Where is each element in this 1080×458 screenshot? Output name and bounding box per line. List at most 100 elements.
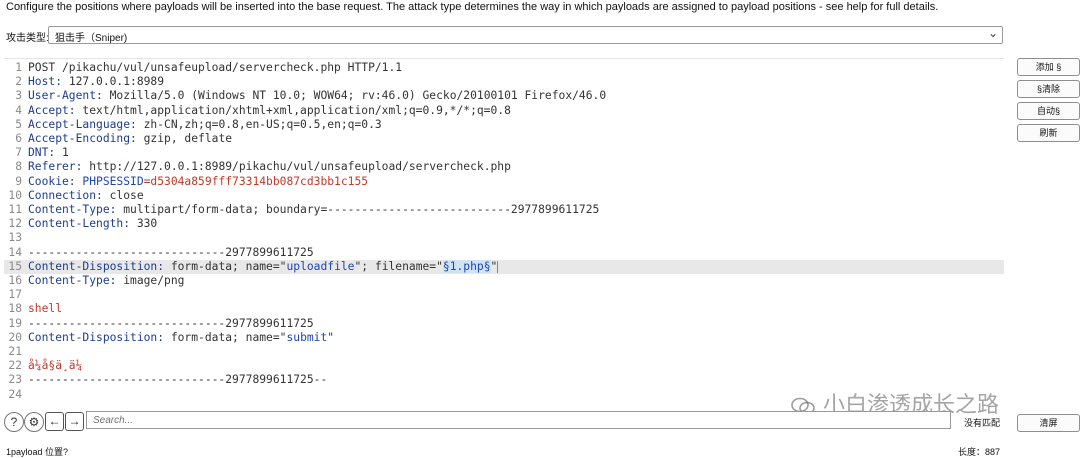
description-text: Configure the positions where payloads w… (6, 1, 939, 13)
gear-icon[interactable]: ⚙ (24, 412, 44, 432)
code-line[interactable]: 6 Accept-Encoding: gzip, deflate (4, 132, 1004, 146)
line-number: 7 (15, 146, 22, 160)
refresh-button[interactable]: 刷新 (1017, 124, 1080, 142)
code-line[interactable]: 21 (4, 345, 1004, 359)
code-line[interactable]: 7 DNT: 1 (4, 146, 1004, 160)
code-line[interactable]: 18 shell (4, 302, 1004, 316)
code-token: User-Agent: (28, 89, 103, 103)
code-line[interactable]: 9 Cookie: PHPSESSID=d5304a859fff73314bb08… (4, 175, 1004, 189)
search-bar: ? ⚙ ← → 没有匹配 清屏 (4, 411, 1080, 432)
code-token: Content-Type: (28, 203, 117, 216)
attack-type-value: 狙击手（Sniper) (55, 33, 128, 44)
code-token: Content-Type: (28, 274, 117, 287)
help-icon[interactable]: ? (4, 412, 24, 432)
code-token: POST /pikachu/vul/unsafeupload/serverche… (28, 61, 403, 74)
match-count-text: 没有匹配 (964, 418, 1001, 428)
line-code: Connection: close (28, 189, 144, 203)
code-token: form-data; name=" (164, 259, 287, 273)
line-number: 19 (8, 316, 22, 330)
code-line[interactable]: 15 Content-Disposition: form-data; name="… (4, 259, 1004, 274)
code-token: shell (28, 302, 63, 316)
line-number: 3 (15, 89, 22, 103)
code-line[interactable]: 13 (4, 231, 1004, 245)
code-token: "; filename=" (354, 259, 443, 273)
line-code: Accept-Encoding: gzip, deflate (28, 132, 232, 146)
line-number: 11 (8, 203, 22, 216)
code-line[interactable]: 12 Content-Length: 330 (4, 217, 1004, 231)
code-line[interactable]: 8 Referer: http://127.0.0.1:8989/pikachu/… (4, 160, 1004, 174)
clear-button[interactable]: 清屏 (1017, 414, 1080, 432)
code-token: " (327, 330, 335, 344)
search-input[interactable] (86, 411, 951, 429)
code-token: Accept: (28, 103, 76, 117)
line-code: -----------------------------29778996117… (28, 246, 314, 260)
code-token: text/html,application/xhtml+xml,applicat… (75, 103, 511, 117)
line-number: 15 (8, 259, 22, 273)
code-token: form-data; name=" (164, 330, 287, 344)
line-number: 12 (8, 217, 22, 231)
line-code: å¼å§ä¸ä¼ (28, 359, 89, 373)
line-number: 10 (8, 188, 22, 202)
code-token: =d5304a859fff73314bb087cd3bb1c155 (143, 174, 369, 188)
arrow-left-icon[interactable]: ← (45, 412, 64, 431)
code-token: Mozilla/5.0 (Windows NT 10.0; WOW64; rv:… (102, 89, 607, 103)
line-code: Referer: http://127.0.0.1:8989/pikachu/v… (28, 160, 511, 174)
code-token: -----------------------------29778996117… (28, 373, 328, 387)
code-line[interactable]: 5 Accept-Language: zh-CN,zh;q=0.8,en-US;q… (4, 118, 1004, 132)
line-number: 14 (8, 245, 22, 259)
code-token: gzip, deflate (136, 132, 233, 145)
text-cursor (497, 260, 499, 273)
arrow-right-icon[interactable]: → (65, 412, 84, 431)
chevron-down-icon: ⌄ (987, 26, 998, 40)
code-line[interactable]: 10 Connection: close (4, 189, 1004, 203)
code-line[interactable]: 20 Content-Disposition: form-data; name="… (4, 331, 1004, 345)
auto-payload-markers-button[interactable]: 自动§ (1017, 102, 1080, 120)
line-number: 8 (15, 160, 22, 174)
clear-payload-markers-button[interactable]: §清除 (1017, 80, 1080, 98)
code-line[interactable]: 16 Content-Type: image/png (4, 274, 1004, 288)
code-line[interactable]: 1 POST /pikachu/vul/unsafeupload/serverch… (4, 61, 1004, 75)
code-line[interactable]: 23 -----------------------------297789961… (4, 373, 1004, 387)
code-line[interactable]: 19 -----------------------------297789961… (4, 317, 1004, 331)
code-token: multipart/form-data; boundary=----------… (116, 203, 600, 216)
attack-type-select[interactable]: 狙击手（Sniper) ⌄ (48, 26, 1003, 44)
line-code: POST /pikachu/vul/unsafeupload/serverche… (28, 61, 402, 75)
code-line[interactable]: 22 å¼å§ä¸ä¼ (4, 359, 1004, 373)
length-status: 长度：887 (958, 447, 1001, 457)
code-line[interactable]: 17 (4, 288, 1004, 302)
code-line[interactable]: 4 Accept: text/html,application/xhtml+xml… (4, 104, 1004, 118)
code-token: Connection: (28, 188, 103, 202)
code-token: Cookie: (28, 174, 76, 188)
request-editor[interactable]: 1 POST /pikachu/vul/unsafeupload/serverch… (4, 58, 1004, 405)
code-token: -----------------------------29778996117… (28, 245, 314, 259)
line-number: 13 (8, 231, 22, 245)
code-token: " (490, 259, 498, 273)
code-token: Content-Length: (28, 217, 131, 231)
line-code: User-Agent: Mozilla/5.0 (Windows NT 10.0… (28, 89, 606, 103)
code-line[interactable]: 11 Content-Type: multipart/form-data; bou… (4, 203, 1004, 217)
code-token: DNT: (28, 146, 56, 160)
code-line[interactable]: 3 User-Agent: Mozilla/5.0 (Windows NT 10.… (4, 89, 1004, 103)
code-line[interactable]: 14 -----------------------------297789961… (4, 246, 1004, 260)
line-code: Accept-Language: zh-CN,zh;q=0.8,en-US;q=… (28, 118, 382, 132)
line-code: Content-Disposition: form-data; name="up… (28, 259, 499, 274)
code-line[interactable]: 2 Host: 127.0.0.1:8989 (4, 75, 1004, 89)
line-code: Content-Type: image/png (28, 274, 184, 288)
line-number: 23 (8, 373, 22, 387)
code-token: Accept-Encoding: (28, 132, 137, 145)
line-number: 2 (15, 75, 22, 89)
line-code: Accept: text/html,application/xhtml+xml,… (28, 104, 511, 118)
code-token: uploadfile (286, 259, 355, 273)
code-token: -----------------------------29778996117… (28, 316, 314, 330)
code-token: 330 (130, 217, 158, 231)
code-token: http://127.0.0.1:8989/pikachu/vul/unsafe… (82, 160, 511, 174)
line-number: 20 (8, 330, 22, 344)
code-token: image/png (116, 274, 185, 287)
line-code: Content-Disposition: form-data; name="su… (28, 331, 334, 345)
add-payload-marker-button[interactable]: 添加 § (1017, 58, 1080, 76)
payload-marker: §1.php§ (442, 259, 491, 273)
line-number: 21 (8, 345, 22, 358)
code-token: Accept-Language: (28, 117, 137, 131)
code-token: 1 (55, 146, 69, 160)
line-number: 9 (15, 174, 22, 188)
